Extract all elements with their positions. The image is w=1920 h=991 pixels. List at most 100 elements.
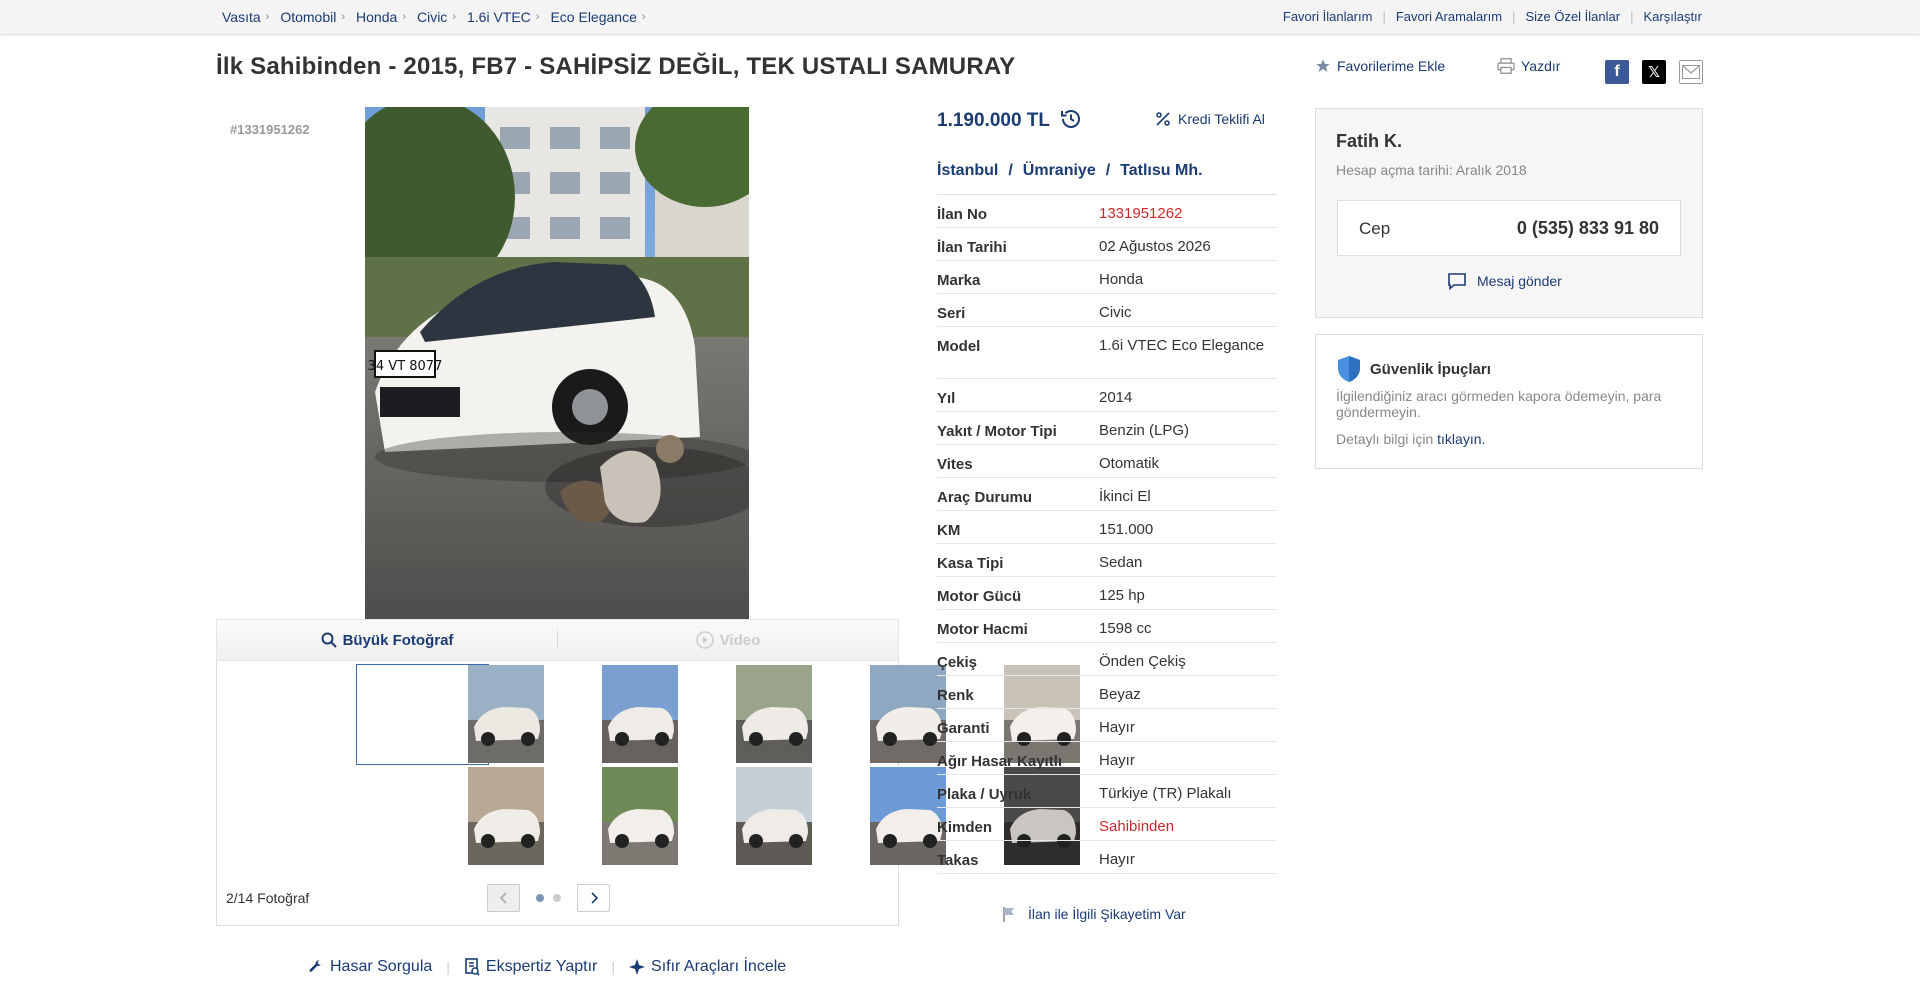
breadcrumb-label[interactable]: Vasıta	[222, 9, 261, 25]
send-message-button[interactable]: Mesaj gönder	[1447, 272, 1562, 290]
spec-key: Renk	[937, 687, 974, 704]
spec-row: Araç Durumu İkinci El	[937, 478, 1277, 511]
damage-query-link[interactable]: Hasar Sorgula	[308, 958, 432, 976]
expertise-link[interactable]: Ekspertiz Yaptır	[464, 958, 597, 976]
spec-table: İlan No 1331951262 İlan Tarihi 02 Ağustos 2…	[937, 194, 1277, 874]
breadcrumb-item[interactable]: Eco Elegance ›	[550, 9, 645, 25]
previous-page-button[interactable]	[487, 884, 520, 912]
breadcrumb-item[interactable]: Civic ›	[417, 9, 456, 25]
spec-key: İlan Tarihi	[937, 239, 1007, 256]
spec-key: KM	[937, 522, 961, 539]
page-dot-active[interactable]	[536, 894, 544, 902]
spec-value: 1.6i VTEC Eco Elegance	[1099, 337, 1265, 354]
x-icon[interactable]: 𝕏	[1642, 60, 1666, 84]
location-neighborhood[interactable]: Tatlısu Mh.	[1120, 162, 1202, 180]
spec-row: KM 151.000	[937, 511, 1277, 544]
spec-row: İlan No 1331951262	[937, 195, 1277, 228]
safety-more: Detaylı bilgi için tıklayın.	[1336, 431, 1485, 447]
thumbnail-image	[468, 665, 544, 763]
thumbnail-image	[870, 767, 946, 865]
chevron-right-icon: ›	[535, 11, 540, 23]
thumbnail[interactable]	[870, 665, 946, 763]
star-icon	[1316, 59, 1330, 72]
print-button[interactable]: Yazdır	[1497, 58, 1560, 74]
thumbnail-image	[870, 665, 946, 763]
divider: |	[1382, 9, 1386, 24]
safety-text: İlgilendiğiniz aracı görmeden kapora öde…	[1336, 388, 1662, 420]
seller-card: Fatih K. Hesap açma tarihi: Aralık 2018 …	[1315, 108, 1703, 318]
new-cars-link[interactable]: Sıfır Araçları İncele	[629, 958, 786, 976]
flag-icon	[1003, 907, 1014, 922]
spec-row: Garanti Hayır	[937, 709, 1277, 742]
send-message-label: Mesaj gönder	[1477, 273, 1562, 289]
favorite-listings-link[interactable]: Favori İlanlarım	[1283, 9, 1373, 24]
personalized-listings-link[interactable]: Size Özel İlanlar	[1525, 9, 1620, 24]
page-dot[interactable]	[553, 894, 561, 902]
thumbnail[interactable]	[602, 767, 678, 865]
mail-icon[interactable]	[1679, 60, 1703, 84]
safety-more-link[interactable]: tıklayın.	[1437, 431, 1485, 447]
video-button[interactable]: Video	[558, 631, 898, 649]
spec-value: 1598 cc	[1099, 620, 1152, 637]
phone-number[interactable]: 0 (535) 833 91 80	[1517, 218, 1659, 239]
phone-box: Cep 0 (535) 833 91 80	[1337, 200, 1681, 256]
location-breadcrumb: İstanbul / Ümraniye / Tatlısu Mh.	[937, 162, 1203, 180]
percent-icon	[1156, 112, 1170, 126]
breadcrumb-label[interactable]: Civic	[417, 9, 447, 25]
favorite-searches-link[interactable]: Favori Aramalarım	[1396, 9, 1502, 24]
price-history-icon[interactable]	[1060, 108, 1082, 134]
divider: /	[1008, 162, 1013, 179]
facebook-icon[interactable]: f	[1605, 60, 1629, 84]
spec-value: Beyaz	[1099, 686, 1141, 703]
seller-name[interactable]: Fatih K.	[1336, 131, 1402, 152]
divider: /	[1105, 162, 1111, 179]
spec-row: İlan Tarihi 02 Ağustos 2026	[937, 228, 1277, 261]
breadcrumb-label[interactable]: Eco Elegance	[550, 9, 636, 25]
new-cars-label: Sıfır Araçları İncele	[651, 958, 787, 975]
breadcrumb-item[interactable]: Vasıta ›	[222, 9, 269, 25]
spec-key: Kasa Tipi	[937, 555, 1004, 572]
magnifier-icon	[321, 632, 337, 648]
spec-key: Vites	[937, 456, 973, 473]
location-district[interactable]: Ümraniye	[1023, 162, 1096, 180]
breadcrumb-label[interactable]: 1.6i VTEC	[467, 9, 531, 25]
breadcrumb-label[interactable]: Otomobil	[280, 9, 336, 25]
main-photo[interactable]: 34 VT 8077	[365, 107, 749, 619]
thumbnail-image	[736, 665, 812, 763]
spec-row: Yıl 2014	[937, 379, 1277, 412]
big-photo-button[interactable]: Büyük Fotoğraf	[217, 632, 557, 649]
thumbnail[interactable]	[870, 767, 946, 865]
thumbnail[interactable]	[602, 665, 678, 763]
spec-row: Takas Hayır	[937, 841, 1277, 874]
next-page-button[interactable]	[577, 884, 610, 912]
spec-row: Yakıt / Motor Tipi Benzin (LPG)	[937, 412, 1277, 445]
thumbnail[interactable]	[736, 665, 812, 763]
breadcrumb-label[interactable]: Honda	[356, 9, 397, 25]
thumbnail[interactable]	[468, 767, 544, 865]
report-listing-link[interactable]: İlan ile İlgili Şikayetim Var	[1002, 906, 1186, 922]
car-photo-image: 34 VT 8077	[365, 107, 749, 619]
expertise-label: Ekspertiz Yaptır	[485, 958, 598, 975]
breadcrumb-item[interactable]: Otomobil ›	[280, 9, 345, 25]
page-title: İlk Sahibinden - 2015, FB7 - SAHİPSİZ DE…	[216, 53, 1016, 80]
spec-value: Hayır	[1099, 719, 1135, 736]
location-city[interactable]: İstanbul	[937, 162, 998, 180]
spec-value: 2014	[1099, 389, 1133, 406]
spec-key: Model	[937, 338, 981, 355]
breadcrumb-item[interactable]: Honda ›	[356, 9, 406, 25]
spec-value: Sedan	[1099, 554, 1143, 571]
thumbnail[interactable]	[736, 767, 812, 865]
loan-offer-link[interactable]: Kredi Teklifi Al	[1155, 111, 1265, 127]
report-icon	[465, 958, 480, 976]
spec-value: Önden Çekiş	[1099, 653, 1186, 670]
thumbnail[interactable]	[468, 665, 544, 763]
spec-key: Garanti	[937, 720, 990, 737]
breadcrumb-item[interactable]: 1.6i VTEC ›	[467, 9, 539, 25]
compare-link[interactable]: Karşılaştır	[1643, 9, 1702, 24]
report-listing-label: İlan ile İlgili Şikayetim Var	[1028, 906, 1186, 922]
chat-icon	[1448, 273, 1466, 290]
spec-value: Honda	[1099, 271, 1144, 288]
ad-number-tag: #1331951262	[230, 122, 310, 137]
add-favorite-button[interactable]: Favorilerime Ekle	[1315, 58, 1445, 74]
spec-value: Civic	[1099, 304, 1132, 321]
